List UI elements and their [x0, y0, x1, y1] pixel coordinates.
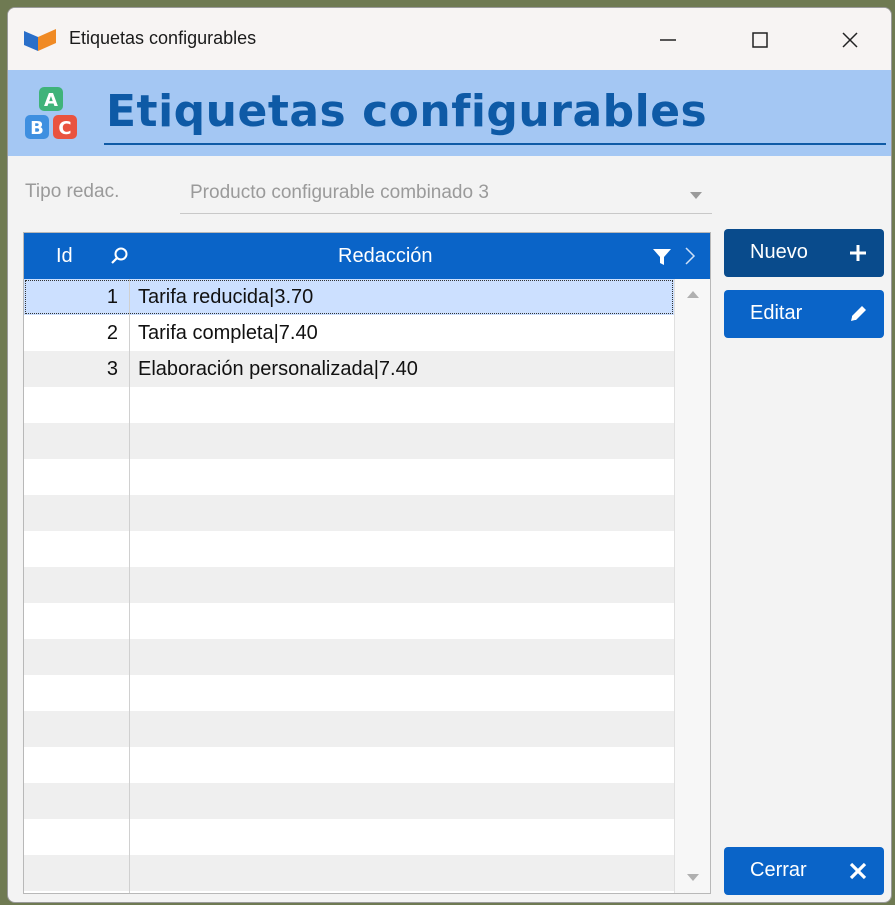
cell-redaccion: [130, 819, 138, 855]
cell-id: [24, 603, 129, 639]
tipo-redac-label: Tipo redac.: [25, 181, 120, 202]
column-divider: [129, 279, 130, 893]
svg-text:A: A: [44, 90, 58, 111]
pencil-icon: [851, 306, 866, 321]
cell-id: [24, 567, 129, 603]
cell-redaccion: [130, 783, 138, 819]
cerrar-label: Cerrar: [750, 859, 807, 881]
editar-button[interactable]: Editar: [724, 290, 884, 338]
cell-id: [24, 819, 129, 855]
cell-id: 2: [106, 322, 118, 344]
title-underline: [104, 143, 886, 145]
tipo-redac-select[interactable]: Producto configurable combinado 3: [180, 174, 712, 214]
chevron-right-icon[interactable]: [682, 245, 698, 267]
editar-label: Editar: [750, 302, 803, 324]
table-row[interactable]: [24, 459, 674, 495]
table-row[interactable]: [24, 747, 674, 783]
svg-text:B: B: [30, 118, 44, 139]
cell-id: [24, 423, 129, 459]
maximize-button[interactable]: [738, 22, 782, 58]
search-icon[interactable]: [110, 246, 130, 266]
app-logo-icon: [24, 29, 56, 51]
table-row[interactable]: [24, 783, 674, 819]
chevron-down-icon: [690, 192, 702, 199]
cell-id: 3: [106, 358, 118, 380]
abc-blocks-icon: A B C: [25, 87, 77, 139]
table-row[interactable]: [24, 819, 674, 855]
page-title: Etiquetas configurables: [106, 86, 708, 137]
cell-redaccion: Tarifa completa|7.40: [138, 322, 318, 344]
table-row[interactable]: [24, 567, 674, 603]
cell-redaccion: [130, 675, 138, 711]
nuevo-label: Nuevo: [750, 241, 808, 263]
cell-id: [24, 387, 129, 423]
plus-icon: [850, 245, 866, 261]
table-row[interactable]: [24, 603, 674, 639]
cell-redaccion: [130, 639, 138, 675]
cell-id: [24, 855, 129, 891]
cell-redaccion: Tarifa reducida|3.70: [138, 286, 314, 308]
scroll-up-icon[interactable]: [687, 291, 699, 298]
minimize-icon: [660, 39, 676, 41]
cell-id: [24, 747, 129, 783]
svg-text:C: C: [58, 118, 71, 139]
cell-id: [24, 459, 129, 495]
grid-header: Id Redacción: [24, 233, 710, 279]
minimize-button[interactable]: [646, 22, 690, 58]
close-icon: [849, 862, 867, 880]
close-icon: [842, 32, 858, 48]
cell-id: [24, 783, 129, 819]
table-row[interactable]: [24, 495, 674, 531]
cell-redaccion: [130, 387, 138, 423]
cell-redaccion: [130, 531, 138, 567]
cell-id: [24, 639, 129, 675]
cell-redaccion: [130, 603, 138, 639]
table-row[interactable]: [24, 675, 674, 711]
table-row[interactable]: [24, 531, 674, 567]
column-header-redaccion[interactable]: Redacción: [338, 245, 433, 268]
title-bar: Etiquetas configurables: [8, 8, 891, 70]
cell-id: [24, 531, 129, 567]
table-row[interactable]: [24, 639, 674, 675]
cell-redaccion: [130, 567, 138, 603]
table-row[interactable]: [24, 711, 674, 747]
cell-id: [24, 495, 129, 531]
table-row[interactable]: [24, 855, 674, 891]
table-row[interactable]: [24, 387, 674, 423]
etiquetas-grid: Id Redacción 1 Tarifa reducida|3.70 2 Tarif…: [23, 232, 711, 894]
nuevo-button[interactable]: Nuevo: [724, 229, 884, 277]
window-title: Etiquetas configurables: [69, 28, 257, 48]
table-row[interactable]: 2 Tarifa completa|7.40: [24, 315, 674, 351]
cell-redaccion: [130, 711, 138, 747]
tipo-redac-value: Producto configurable combinado 3: [190, 182, 489, 203]
table-row[interactable]: 1 Tarifa reducida|3.70: [24, 279, 674, 315]
cell-redaccion: [130, 747, 138, 783]
table-row[interactable]: [24, 423, 674, 459]
cell-redaccion: [130, 495, 138, 531]
cell-redaccion: [130, 423, 138, 459]
cell-redaccion: Elaboración personalizada|7.40: [138, 358, 418, 380]
filter-icon[interactable]: [652, 247, 672, 267]
close-window-button[interactable]: [828, 22, 872, 58]
app-window: Etiquetas configurables A B C Etiquetas …: [7, 7, 892, 903]
table-row[interactable]: 3 Elaboración personalizada|7.40: [24, 351, 674, 387]
cell-redaccion: [130, 459, 138, 495]
cerrar-button[interactable]: Cerrar: [724, 847, 884, 895]
cell-id: [24, 675, 129, 711]
page-header: A B C Etiquetas configurables: [8, 70, 891, 156]
maximize-icon: [752, 32, 768, 48]
cell-id: [24, 711, 129, 747]
column-header-id[interactable]: Id: [56, 245, 73, 268]
grid-body: 1 Tarifa reducida|3.70 2 Tarifa completa|7.…: [24, 279, 674, 893]
cell-id: 1: [106, 286, 118, 308]
cell-redaccion: [130, 855, 138, 891]
scroll-down-icon[interactable]: [687, 874, 699, 881]
vertical-scrollbar[interactable]: [674, 279, 710, 893]
